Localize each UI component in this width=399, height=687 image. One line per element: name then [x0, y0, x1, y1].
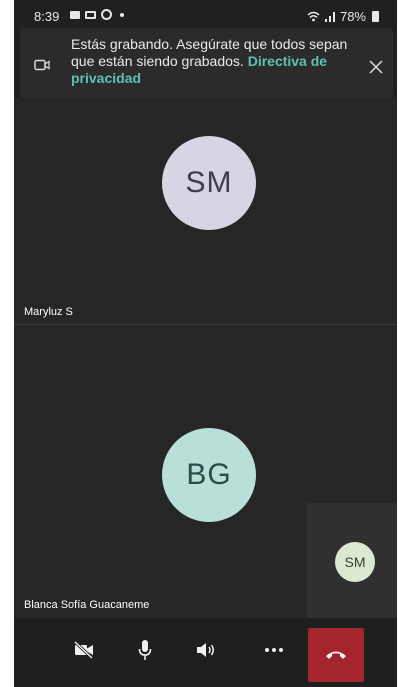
status-right: 78%: [307, 9, 379, 24]
signal-icon: [324, 12, 335, 22]
toggle-mic-button[interactable]: [123, 628, 167, 672]
participant-name: Blanca Sofía Guacaneme: [24, 599, 150, 611]
more-options-button[interactable]: [252, 628, 296, 672]
hang-up-icon: [326, 651, 346, 659]
battery-icon: [372, 11, 379, 22]
hang-up-button[interactable]: [308, 628, 364, 682]
notification-dot-icon: [120, 12, 124, 17]
toggle-video-button[interactable]: [62, 628, 106, 672]
gallery-icon: [85, 10, 96, 19]
speaker-button[interactable]: [184, 628, 228, 672]
battery-percent: 78%: [339, 9, 366, 24]
speaker-icon: [197, 643, 214, 657]
participant-name: Maryluz S: [24, 306, 73, 318]
call-screen: 8:39 78% Estás grabando. Asegúrate que t…: [14, 0, 397, 687]
youtube-icon: [70, 10, 80, 19]
self-avatar: SM: [335, 542, 375, 582]
self-view[interactable]: SM: [307, 503, 397, 618]
banner-text: Estás grabando. Asegúrate que todos sepa…: [71, 36, 371, 87]
microphone-icon: [138, 640, 152, 660]
video-off-icon: [73, 641, 94, 659]
avatar: BG: [162, 428, 256, 522]
status-bar: 8:39 78%: [14, 0, 397, 28]
call-controls: [14, 618, 397, 687]
more-options-icon: [265, 648, 283, 652]
camera-icon: [34, 59, 50, 71]
recording-banner: Estás grabando. Asegúrate que todos sepa…: [20, 28, 393, 98]
notification-icons: [70, 9, 124, 20]
avatar: SM: [162, 136, 256, 230]
whatsapp-icon: [101, 9, 112, 20]
close-icon[interactable]: [369, 60, 383, 74]
wifi-icon: [307, 11, 320, 22]
status-time: 8:39: [34, 9, 60, 24]
